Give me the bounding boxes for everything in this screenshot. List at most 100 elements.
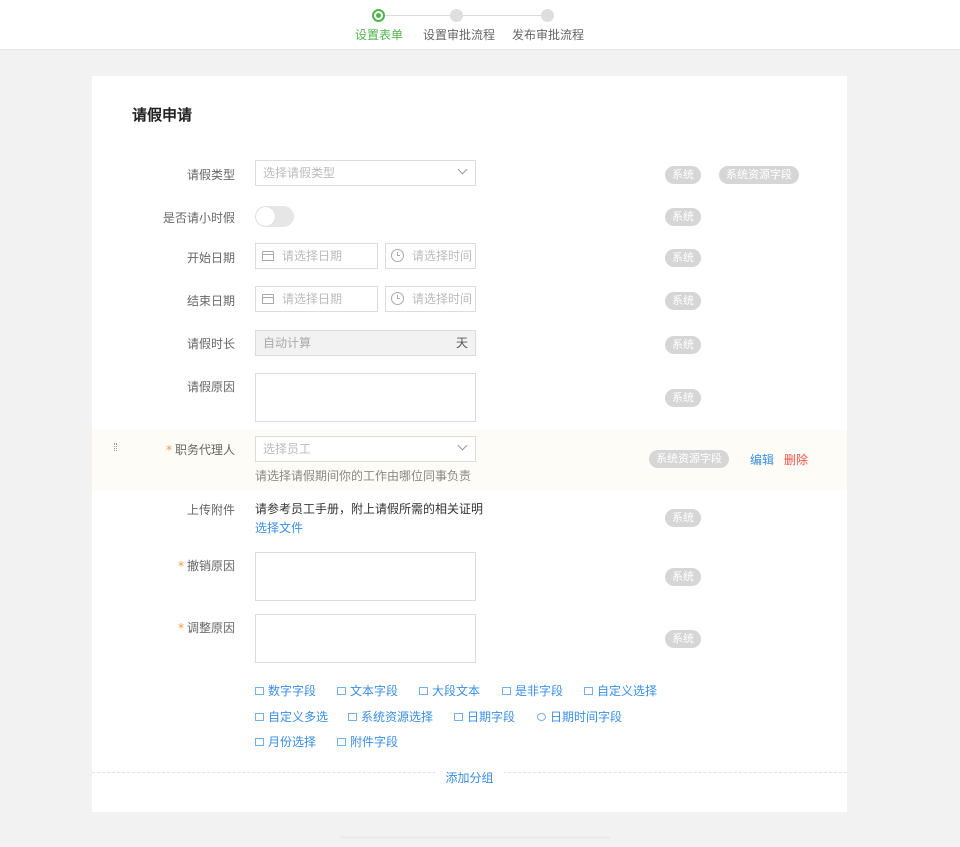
add-boolean-field-button[interactable]: 是非字段 [502,682,563,699]
field-label: * 调整原因 [178,619,235,636]
add-attachment-field-button[interactable]: 附件字段 [337,733,398,750]
system-tag: 系统 [665,208,701,226]
field-label: * 撤销原因 [178,557,235,574]
stepper: 设置表单 设置审批流程 发布审批流程 [0,0,960,50]
select-placeholder: 选择员工 [263,442,312,456]
adjust-reason-textarea[interactable] [255,614,476,663]
field-label: 请假原因 [186,380,235,394]
step-2-label[interactable]: 设置审批流程 [423,26,495,43]
bottom-scroll-strip [340,836,610,839]
system-tag: 系统 [665,630,701,648]
required-asterisk: * [165,443,172,457]
boolean-icon [502,687,511,695]
field-label: * 职务代理人 [166,441,235,458]
start-time-picker[interactable]: 请选择时间 [385,243,476,269]
system-resource-tag: 系统资源字段 [649,450,729,468]
top-bar: 设置表单 设置审批流程 发布审批流程 [0,0,960,50]
field-type-label: 日期字段 [467,710,516,724]
field-type-label: 自定义多选 [268,710,329,724]
stepper-connector [462,15,542,16]
attachment-description: 请参考员工手册，附上请假所需的相关证明 [255,502,484,516]
required-asterisk: * [177,559,184,573]
attachment-icon [337,738,346,746]
system-tag: 系统 [665,509,701,527]
selected-field-highlight[interactable]: * 职务代理人 选择员工 请选择请假期间你的工作由哪位同事负责 系统资源字段 编辑… [92,429,847,491]
end-time-picker[interactable]: 请选择时间 [385,286,476,312]
field-type-label: 月份选择 [268,735,317,749]
add-group-button[interactable]: 添加分组 [435,771,504,785]
delete-field-link[interactable]: 删除 [784,451,808,468]
end-date-picker[interactable]: 请选择日期 [255,286,378,312]
field-type-label: 系统资源选择 [361,710,434,724]
system-tag: 系统 [665,292,701,310]
clock-icon [391,292,404,305]
system-tag: 系统 [665,568,701,586]
add-date-field-button[interactable]: 日期字段 [454,708,515,725]
duration-unit: 天 [455,336,468,350]
step-3-indicator [541,9,554,22]
field-type-label: 日期时间字段 [550,710,623,724]
field-type-label: 数字字段 [268,684,317,698]
date-placeholder: 请选择日期 [282,292,343,306]
edit-field-link[interactable]: 编辑 [750,451,774,468]
add-paragraph-field-button[interactable]: 大段文本 [419,682,480,699]
add-custom-multiselect-button[interactable]: 自定义多选 [255,708,328,725]
start-date-picker[interactable]: 请选择日期 [255,243,378,269]
date-icon [454,713,463,721]
clock-icon [391,249,404,262]
field-label-text: 撤销原因 [186,559,235,573]
multiselect-icon [255,713,264,721]
time-placeholder: 请选择时间 [412,249,473,263]
field-label: 结束日期 [186,294,235,308]
time-placeholder: 请选择时间 [412,292,473,306]
form-card: 请假申请 请假类型 选择请假类型 系统 系统资源字段 是否请小时假 系统 开始日… [92,76,847,812]
delegate-hint: 请选择请假期间你的工作由哪位同事负责 [255,469,472,483]
field-label-text: 职务代理人 [174,443,235,457]
add-resource-select-button[interactable]: 系统资源选择 [348,708,433,725]
field-type-label: 大段文本 [432,684,481,698]
step-1-label[interactable]: 设置表单 [355,26,403,43]
cancel-reason-textarea[interactable] [255,552,476,601]
field-label: 请假时长 [186,337,235,351]
system-tag: 系统 [665,389,701,407]
select-icon [584,687,593,695]
step-2-indicator [450,9,463,22]
add-text-field-button[interactable]: 文本字段 [337,682,398,699]
reason-textarea[interactable] [255,373,476,422]
field-label: 开始日期 [186,251,235,265]
field-type-label: 附件字段 [350,735,399,749]
delegate-select[interactable]: 选择员工 [255,436,476,462]
field-label: 上传附件 [186,503,235,517]
add-datetime-field-button[interactable]: 日期时间字段 [537,708,622,725]
month-icon [255,738,264,746]
step-1-indicator [372,9,385,22]
field-label-text: 调整原因 [186,621,235,635]
step-3-label[interactable]: 发布审批流程 [512,26,584,43]
choose-file-link[interactable]: 选择文件 [255,519,303,536]
add-group-row: 添加分组 [92,769,847,786]
duration-readonly-field: 自动计算 天 [255,330,476,356]
add-number-field-button[interactable]: 数字字段 [255,682,316,699]
chevron-down-icon [457,164,468,175]
calendar-icon [262,251,274,261]
paragraph-icon [419,687,428,695]
clock-icon [537,713,546,721]
system-tag: 系统 [665,336,701,354]
add-month-select-button[interactable]: 月份选择 [255,733,316,750]
leave-type-select[interactable]: 选择请假类型 [255,160,476,186]
field-type-label: 文本字段 [350,684,399,698]
hourly-leave-toggle[interactable] [255,206,294,227]
add-custom-select-button[interactable]: 自定义选择 [584,682,657,699]
duration-value: 自动计算 [263,336,312,350]
required-asterisk: * [177,621,184,635]
number-icon [255,687,264,695]
field-type-label: 自定义选择 [597,684,658,698]
field-label: 请假类型 [186,168,235,182]
text-icon [337,687,346,695]
drag-handle-icon[interactable] [114,443,117,451]
date-placeholder: 请选择日期 [282,249,343,263]
system-tag: 系统 [665,166,701,184]
system-tag: 系统 [665,249,701,267]
select-placeholder: 选择请假类型 [263,166,336,180]
resource-icon [348,713,357,721]
